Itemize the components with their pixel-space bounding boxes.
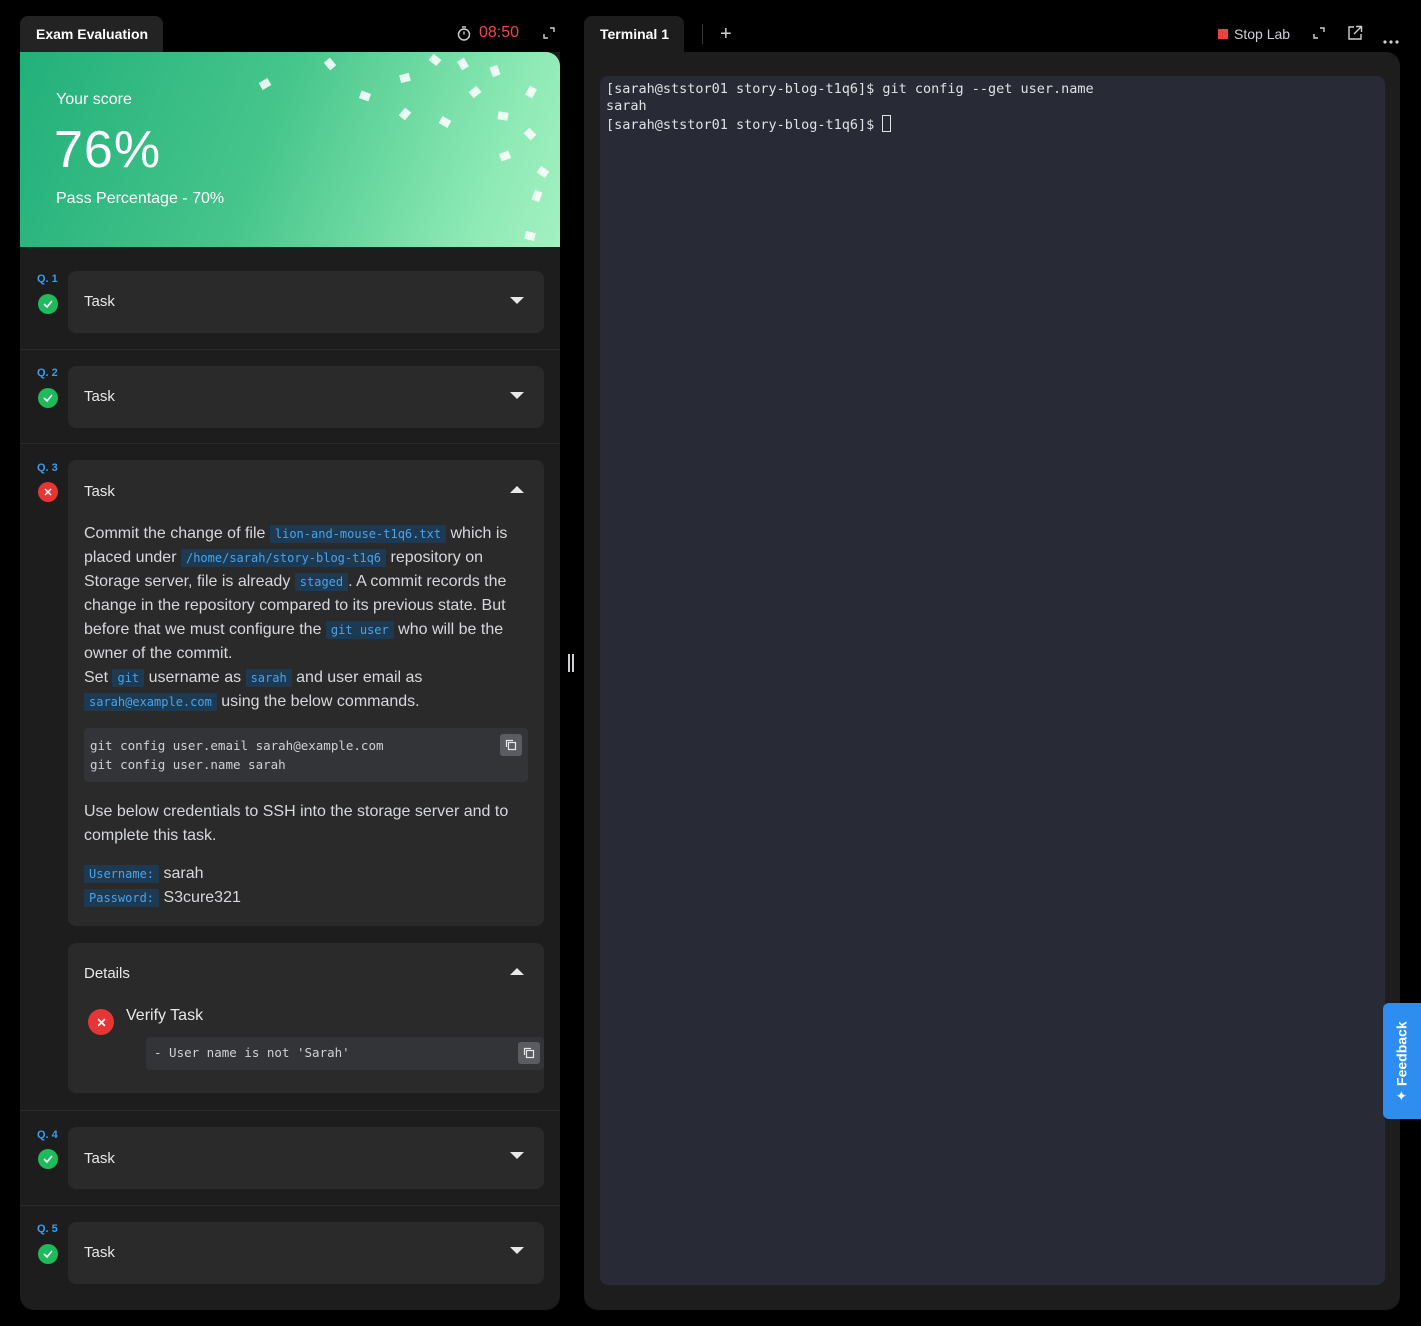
chevron-down-icon[interactable] bbox=[510, 1152, 524, 1159]
password-label: Password: bbox=[84, 889, 160, 907]
git-user-chip: git user bbox=[325, 621, 394, 639]
path-chip: /home/sarah/story-blog-t1q6 bbox=[180, 549, 387, 567]
check-icon bbox=[38, 1149, 58, 1169]
chevron-down-icon[interactable] bbox=[510, 392, 524, 399]
task-card-q2[interactable]: Task bbox=[68, 366, 544, 428]
pass-percentage: Pass Percentage - 70% bbox=[56, 190, 225, 207]
expand-icon[interactable] bbox=[542, 26, 556, 45]
terminal-cursor bbox=[882, 115, 892, 132]
username-chip: sarah bbox=[245, 669, 292, 687]
check-icon bbox=[38, 294, 58, 314]
task-title: Task bbox=[84, 483, 115, 500]
question-number: Q. 1 bbox=[37, 273, 58, 285]
task-card-q5[interactable]: Task bbox=[68, 1222, 544, 1284]
question-number: Q. 2 bbox=[37, 367, 58, 379]
score-banner: Your score 76% Pass Percentage - 70% bbox=[20, 52, 560, 247]
question-number: Q. 3 bbox=[37, 462, 58, 474]
task-card-q3[interactable]: Task Commit the change of file lion-and-… bbox=[68, 460, 544, 926]
exam-panel: Your score 76% Pass Percentage - 70% Q. … bbox=[20, 52, 560, 1310]
sparkle-icon: ✦ bbox=[1393, 1089, 1410, 1102]
command-block: git config user.email sarah@example.com … bbox=[84, 728, 528, 782]
task-title: Task bbox=[84, 1150, 115, 1167]
close-icon bbox=[88, 1009, 114, 1035]
stopwatch-icon bbox=[457, 25, 471, 41]
chevron-up-icon[interactable] bbox=[510, 968, 524, 975]
tab-terminal-1[interactable]: Terminal 1 bbox=[584, 16, 684, 54]
tab-exam-evaluation[interactable]: Exam Evaluation bbox=[20, 16, 163, 54]
chevron-down-icon[interactable] bbox=[510, 297, 524, 304]
add-tab-button[interactable]: + bbox=[720, 23, 732, 46]
check-icon bbox=[38, 1244, 58, 1264]
panel-resize-handle[interactable] bbox=[568, 654, 574, 672]
task-description: Commit the change of file lion-and-mouse… bbox=[84, 522, 528, 910]
check-icon bbox=[38, 388, 58, 408]
verify-task-title: Verify Task bbox=[126, 1007, 204, 1024]
ssh-instructions: Use below credentials to SSH into the st… bbox=[84, 803, 509, 844]
terminal-output[interactable]: [sarah@ststor01 story-blog-t1q6]$ git co… bbox=[600, 76, 1385, 1285]
password-value: S3cure321 bbox=[163, 889, 241, 906]
task-title: Task bbox=[84, 293, 115, 310]
timer-value: 08:50 bbox=[479, 24, 520, 41]
stop-icon bbox=[1218, 29, 1228, 39]
verify-message: - User name is not 'Sarah' bbox=[146, 1037, 544, 1070]
external-link-icon[interactable] bbox=[1347, 25, 1363, 46]
score-value: 76% bbox=[54, 121, 162, 179]
chevron-down-icon[interactable] bbox=[510, 1247, 524, 1254]
timer: 08:50 bbox=[457, 24, 519, 42]
git-chip: git bbox=[112, 669, 145, 687]
copy-icon[interactable] bbox=[518, 1042, 540, 1064]
file-name-chip: lion-and-mouse-t1q6.txt bbox=[269, 525, 447, 543]
stop-lab-button[interactable]: Stop Lab bbox=[1218, 26, 1290, 42]
chevron-up-icon[interactable] bbox=[510, 486, 524, 493]
question-number: Q. 4 bbox=[37, 1129, 58, 1141]
question-number: Q. 5 bbox=[37, 1223, 58, 1235]
feedback-button[interactable]: ✦ Feedback bbox=[1383, 1003, 1421, 1119]
expand-icon[interactable] bbox=[1312, 26, 1326, 45]
task-card-q4[interactable]: Task bbox=[68, 1127, 544, 1189]
staged-chip: staged bbox=[294, 573, 349, 591]
task-card-q1[interactable]: Task bbox=[68, 271, 544, 333]
task-title: Task bbox=[84, 388, 115, 405]
score-label: Your score bbox=[56, 91, 132, 108]
username-label: Username: bbox=[84, 865, 160, 883]
credentials: Username: sarah Password: S3cure321 bbox=[84, 862, 528, 910]
task-title: Task bbox=[84, 1244, 115, 1261]
close-icon bbox=[38, 482, 58, 502]
details-title: Details bbox=[84, 965, 130, 982]
email-chip: sarah@example.com bbox=[84, 693, 217, 711]
copy-icon[interactable] bbox=[500, 734, 522, 756]
more-icon[interactable] bbox=[1383, 31, 1399, 49]
username-value: sarah bbox=[163, 865, 204, 882]
